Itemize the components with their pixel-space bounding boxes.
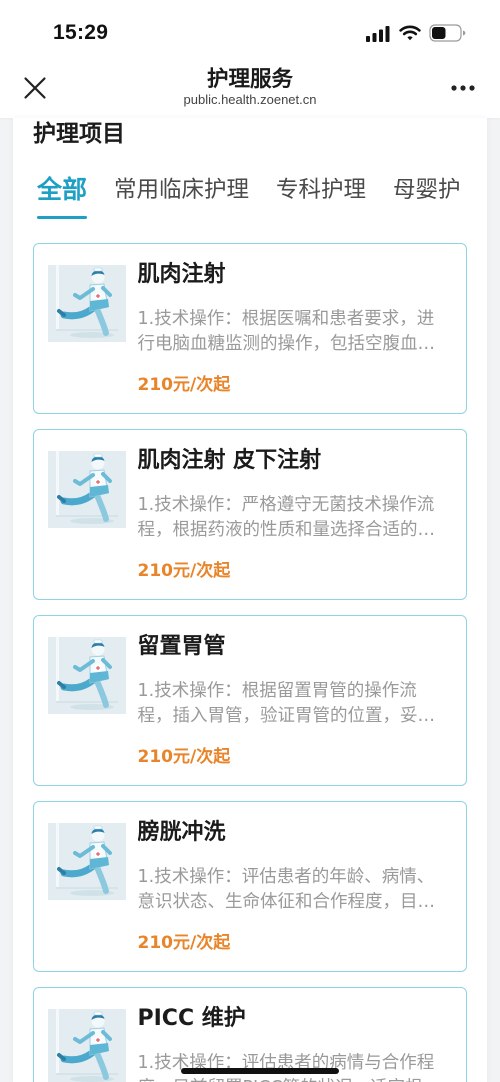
service-title: 留置胃管 (137, 633, 226, 659)
nursing-items-panel: 护理项目 全部 常用临床护理 专科护理 母婴护 肌肉注射 1.技术操作：根据医嘱… (13, 118, 487, 1082)
service-title: PICC 维护 (137, 1005, 246, 1031)
category-tabs: 全部 常用临床护理 专科护理 母婴护 (37, 176, 470, 222)
service-card[interactable]: 肌肉注射 1.技术操作：根据医嘱和患者要求，进行电脑血糖监测的操作，包括空腹血…… (33, 243, 467, 414)
service-title: 膀胱冲洗 (137, 819, 226, 845)
wifi-icon (399, 25, 421, 41)
service-price: 210元/次起 (137, 746, 231, 767)
close-button[interactable] (22, 75, 48, 101)
close-icon (24, 77, 46, 99)
service-price: 210元/次起 (137, 560, 231, 581)
tab-maternal-infant-care[interactable]: 母婴护 (393, 176, 461, 204)
service-description: 1.技术操作：根据医嘱和患者要求，进行电脑血糖监测的操作，包括空腹血… (137, 308, 436, 354)
signal-icon (366, 26, 390, 42)
page-header: 护理服务 public.health.zoenet.cn (0, 62, 500, 118)
service-thumbnail-image (48, 1009, 126, 1082)
battery-level-fill (432, 27, 446, 39)
page-url: public.health.zoenet.cn (183, 92, 317, 107)
service-card[interactable]: 留置胃管 1.技术操作：根据留置胃管的操作流程，插入胃管，验证胃管的位置，妥… … (33, 615, 467, 786)
more-icon (451, 85, 475, 91)
service-description: 1.技术操作：根据留置胃管的操作流程，插入胃管，验证胃管的位置，妥… (137, 680, 436, 726)
tab-all[interactable]: 全部 (37, 176, 88, 219)
page-title: 护理服务 (206, 67, 293, 92)
service-description: 1.技术操作：评估患者的年龄、病情、意识状态、生命体征和合作程度，目… (137, 866, 436, 912)
status-time: 15:29 (53, 21, 109, 44)
service-price: 210元/次起 (137, 932, 231, 953)
service-description: 1.技术操作：评估患者的病情与合作程度，目前留置PICC管的状况，适宜根… (137, 1052, 441, 1082)
home-indicator[interactable] (181, 1068, 339, 1074)
service-thumbnail-image (48, 823, 126, 900)
service-price: 210元/次起 (137, 374, 231, 395)
section-title: 护理项目 (33, 121, 125, 147)
more-button[interactable] (448, 78, 478, 98)
battery-icon (429, 24, 466, 42)
service-title: 肌肉注射 (137, 261, 226, 287)
service-thumbnail-image (48, 265, 126, 342)
service-list: 肌肉注射 1.技术操作：根据医嘱和患者要求，进行电脑血糖监测的操作，包括空腹血…… (33, 243, 467, 1082)
tab-common-clinical-care[interactable]: 常用临床护理 (114, 176, 249, 204)
service-thumbnail-image (48, 451, 126, 528)
service-card[interactable]: 肌肉注射 皮下注射 1.技术操作：严格遵守无菌技术操作流程，根据药液的性质和量选… (33, 429, 467, 600)
service-card[interactable]: 膀胱冲洗 1.技术操作：评估患者的年龄、病情、意识状态、生命体征和合作程度，目…… (33, 801, 467, 972)
tab-specialty-care[interactable]: 专科护理 (276, 176, 366, 204)
service-description: 1.技术操作：严格遵守无菌技术操作流程，根据药液的性质和量选择合适的… (137, 494, 436, 540)
status-bar: 15:29 (0, 0, 500, 62)
service-thumbnail-image (48, 637, 126, 714)
service-title: 肌肉注射 皮下注射 (137, 447, 322, 473)
